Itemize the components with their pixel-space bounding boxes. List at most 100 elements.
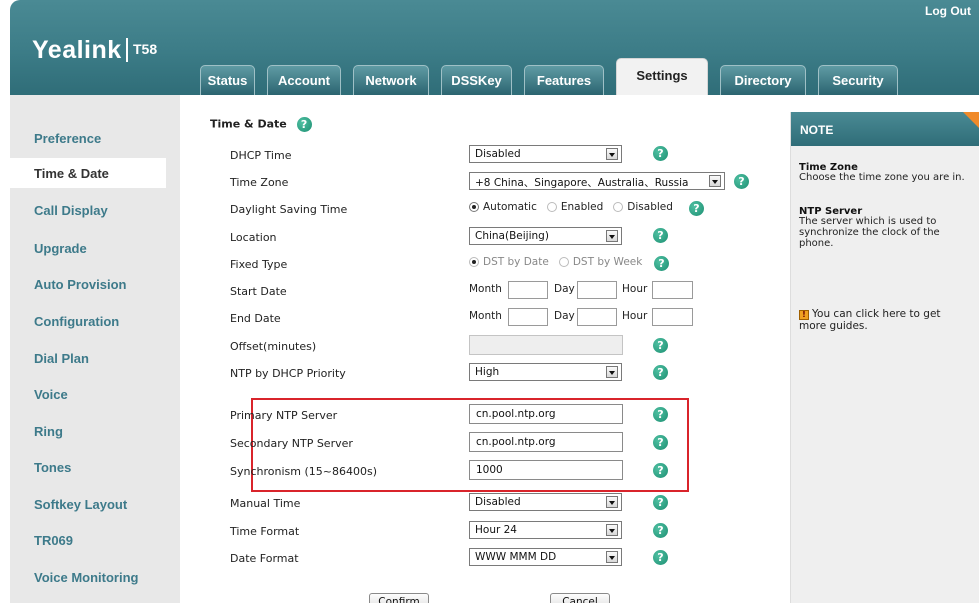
tab-security[interactable]: Security: [818, 65, 898, 95]
radio-disabled-label: Disabled: [627, 201, 673, 213]
time-format-value: Hour 24: [475, 524, 517, 536]
dhcp-time-value: Disabled: [475, 148, 521, 160]
chevron-down-icon: [606, 496, 618, 508]
time-format-label: Time Format: [230, 525, 300, 538]
start-hour-label: Hour: [622, 283, 648, 295]
help-icon[interactable]: ?: [653, 523, 668, 538]
help-icon[interactable]: ?: [653, 435, 668, 450]
location-label: Location: [230, 231, 277, 244]
sidebar-item-preference[interactable]: Preference: [34, 131, 101, 146]
note-title: NOTE: [791, 112, 979, 146]
time-zone-select[interactable]: +8 China、Singapore、Australia、Russia: [469, 172, 725, 190]
help-icon[interactable]: ?: [653, 550, 668, 565]
tab-features[interactable]: Features: [524, 65, 604, 95]
sidebar-item-tr069[interactable]: TR069: [34, 533, 73, 548]
sidebar-item-ring[interactable]: Ring: [34, 424, 63, 439]
date-format-value: WWW MMM DD: [475, 551, 557, 563]
sidebar-item-voice[interactable]: Voice: [34, 387, 68, 402]
model-label: T58: [133, 41, 158, 57]
primary-ntp-input[interactable]: cn.pool.ntp.org: [469, 404, 623, 424]
time-zone-value: +8 China、Singapore、Australia、Russia: [475, 177, 689, 189]
chevron-down-icon: [606, 148, 618, 160]
radio-dst-by-date-label: DST by Date: [483, 256, 549, 268]
sidebar-item-tones[interactable]: Tones: [34, 460, 71, 475]
radio-dst-by-date[interactable]: [469, 257, 479, 267]
start-day-label: Day: [554, 283, 575, 295]
tab-settings[interactable]: Settings: [616, 58, 708, 95]
date-format-select[interactable]: WWW MMM DD: [469, 548, 622, 566]
chevron-down-icon: [606, 524, 618, 536]
brand-logo: Yealink: [32, 36, 122, 64]
radio-dst-by-week[interactable]: [558, 257, 569, 267]
end-day-label: Day: [554, 310, 575, 322]
ntp-priority-value: High: [475, 366, 500, 378]
secondary-ntp-input[interactable]: cn.pool.ntp.org: [469, 432, 623, 452]
offset-label: Offset(minutes): [230, 340, 317, 353]
radio-enabled-label: Enabled: [560, 201, 604, 213]
ntp-priority-select[interactable]: High: [469, 363, 622, 381]
manual-time-value: Disabled: [475, 496, 521, 508]
sidebar-item-upgrade[interactable]: Upgrade: [34, 241, 87, 256]
help-icon[interactable]: ?: [653, 338, 668, 353]
start-month-field[interactable]: [508, 281, 548, 299]
help-icon[interactable]: ?: [689, 201, 704, 216]
help-icon[interactable]: ?: [653, 495, 668, 510]
logo-divider: [126, 38, 128, 62]
section-title-text: Time & Date: [210, 117, 287, 131]
confirm-button[interactable]: Confirm: [369, 593, 429, 603]
sidebar-item-time-date[interactable]: Time & Date: [34, 166, 109, 181]
radio-disabled[interactable]: [613, 202, 624, 212]
tab-directory[interactable]: Directory: [720, 65, 806, 95]
tab-dsskey[interactable]: DSSKey: [441, 65, 512, 95]
time-zone-label: Time Zone: [230, 176, 289, 189]
dhcp-time-label: DHCP Time: [230, 149, 292, 162]
radio-automatic-label: Automatic: [483, 201, 537, 213]
end-hour-label: Hour: [622, 310, 648, 322]
chevron-down-icon: [606, 230, 618, 242]
ntp-priority-label: NTP by DHCP Priority: [230, 367, 346, 380]
start-date-label: Start Date: [230, 285, 287, 298]
fixed-type-label: Fixed Type: [230, 258, 288, 271]
location-value: China(Beijing): [475, 230, 549, 242]
help-icon[interactable]: ?: [653, 407, 668, 422]
end-month-label: Month: [469, 310, 502, 322]
end-month-field[interactable]: [508, 308, 548, 326]
start-day-field[interactable]: [577, 281, 617, 299]
help-icon[interactable]: ?: [734, 174, 749, 189]
sidebar-item-softkey-layout[interactable]: Softkey Layout: [34, 497, 127, 512]
help-icon[interactable]: ?: [653, 146, 668, 161]
sidebar-item-auto-provision[interactable]: Auto Provision: [34, 277, 126, 292]
help-icon[interactable]: ?: [653, 228, 668, 243]
chevron-down-icon: [709, 175, 721, 187]
location-select[interactable]: China(Beijing): [469, 227, 622, 245]
end-date-label: End Date: [230, 312, 281, 325]
tab-status[interactable]: Status: [200, 65, 255, 95]
cancel-button[interactable]: Cancel: [550, 593, 610, 603]
tab-account[interactable]: Account: [267, 65, 341, 95]
sidebar-item-voice-monitoring[interactable]: Voice Monitoring: [34, 570, 138, 585]
help-icon[interactable]: ?: [653, 365, 668, 380]
note-time-zone-text: Choose the time zone you are in.: [799, 172, 965, 183]
sidebar-item-configuration[interactable]: Configuration: [34, 314, 119, 329]
daylight-saving-radios: Automatic Enabled Disabled: [469, 201, 673, 213]
time-format-select[interactable]: Hour 24: [469, 521, 622, 539]
radio-automatic[interactable]: [469, 202, 479, 212]
radio-enabled[interactable]: [546, 202, 557, 212]
offset-input[interactable]: [469, 335, 623, 355]
help-icon[interactable]: ?: [653, 463, 668, 478]
dhcp-time-select[interactable]: Disabled: [469, 145, 622, 163]
sidebar: Preference Time & Date Call Display Upgr…: [10, 95, 180, 603]
tab-network[interactable]: Network: [353, 65, 429, 95]
end-day-field[interactable]: [577, 308, 617, 326]
help-icon[interactable]: ?: [654, 256, 669, 271]
chevron-down-icon: [606, 366, 618, 378]
note-guide-link[interactable]: ! You can click here to get more guides.: [799, 308, 971, 332]
help-icon[interactable]: ?: [296, 117, 312, 132]
manual-time-select[interactable]: Disabled: [469, 493, 622, 511]
logout-link[interactable]: Log Out: [925, 4, 971, 18]
start-hour-field[interactable]: [652, 281, 693, 299]
sync-input[interactable]: 1000: [469, 460, 623, 480]
sidebar-item-dial-plan[interactable]: Dial Plan: [34, 351, 89, 366]
end-hour-field[interactable]: [652, 308, 693, 326]
sidebar-item-call-display[interactable]: Call Display: [34, 203, 108, 218]
